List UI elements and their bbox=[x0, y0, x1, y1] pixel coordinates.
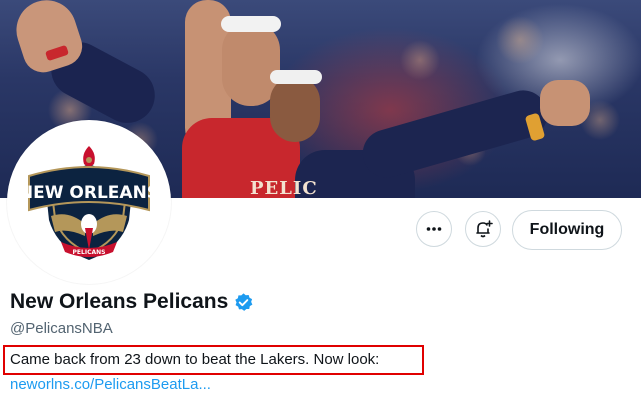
teammate-hand bbox=[540, 80, 590, 126]
profile-link[interactable]: neworlns.co/PelicansBeatLa... bbox=[10, 376, 211, 393]
profile-bio: Came back from 23 down to beat the Laker… bbox=[10, 351, 380, 368]
logo-ribbon-text: PELICANS bbox=[73, 249, 106, 256]
display-name-row: New Orleans Pelicans bbox=[10, 290, 254, 314]
profile-avatar[interactable]: NEW ORLEANS PELICANS bbox=[7, 120, 171, 284]
jersey-lettering: PELIC bbox=[250, 178, 318, 198]
more-options-button[interactable] bbox=[416, 211, 452, 247]
logo-wordmark: NEW ORLEANS bbox=[19, 183, 159, 203]
pelicans-logo-icon: NEW ORLEANS PELICANS bbox=[19, 146, 159, 260]
player-headband bbox=[221, 16, 281, 32]
teammate-headband bbox=[270, 70, 322, 84]
user-handle: @PelicansNBA bbox=[10, 320, 113, 337]
notifications-button[interactable] bbox=[465, 211, 501, 247]
bell-plus-icon bbox=[476, 220, 493, 238]
ellipsis-icon bbox=[426, 227, 442, 231]
teammate-head bbox=[270, 76, 320, 142]
display-name: New Orleans Pelicans bbox=[10, 290, 229, 313]
following-button[interactable]: Following bbox=[512, 210, 622, 250]
verified-badge-icon bbox=[233, 292, 254, 313]
